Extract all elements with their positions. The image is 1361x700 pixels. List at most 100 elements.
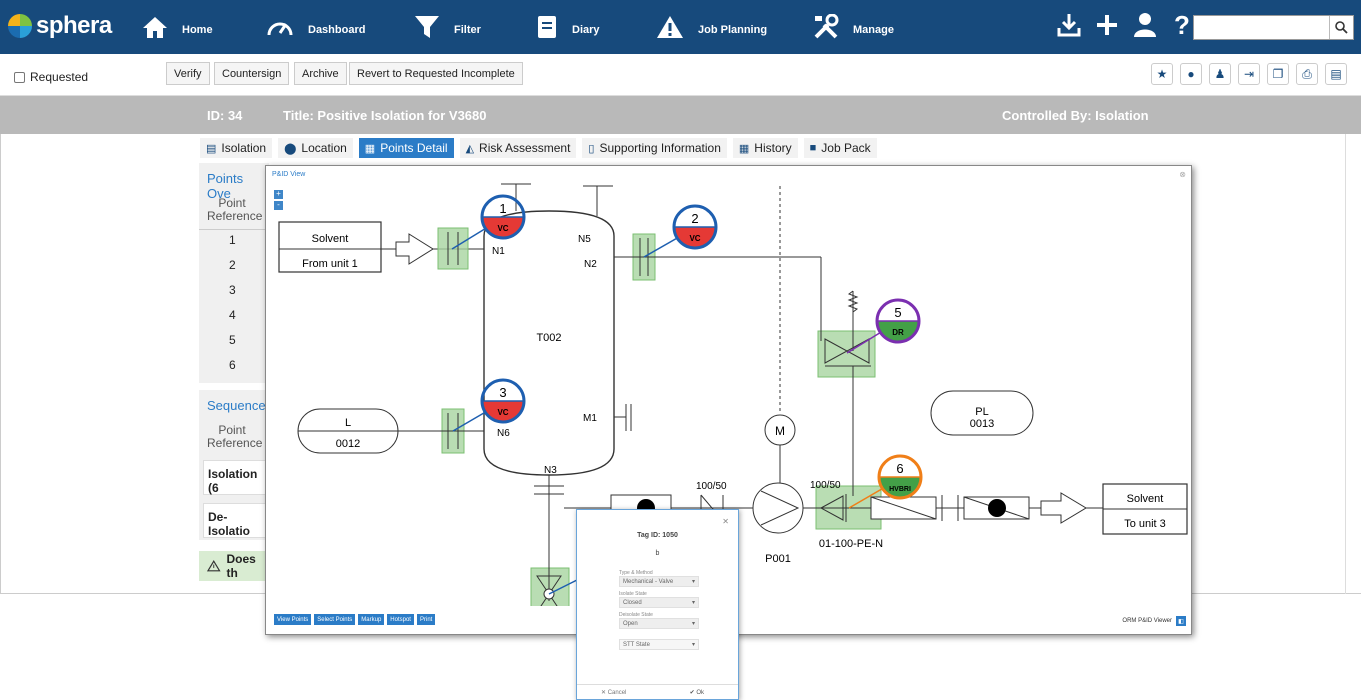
hotspot-button[interactable]: Hotspot bbox=[387, 614, 414, 625]
cancel-button[interactable]: ✕ Cancel bbox=[601, 689, 626, 696]
tab-history[interactable]: ▦ History bbox=[732, 138, 798, 158]
pid-toolbar: View Points Select Points Markup Hotspot… bbox=[274, 614, 436, 625]
warning-text: Does th bbox=[226, 552, 256, 580]
point-row[interactable]: 5 bbox=[229, 333, 236, 347]
tab-location-label: Location bbox=[301, 141, 347, 155]
point-row[interactable]: 2 bbox=[229, 258, 236, 272]
sequence-row-isolation[interactable]: Isolation (6 bbox=[203, 460, 269, 495]
tag-dialog: ✕ Tag ID: 1050 b Type & Method Mechanica… bbox=[576, 509, 739, 700]
chevron-down-icon: ▾ bbox=[691, 579, 695, 585]
deisolate-state-select[interactable]: Open ▾ bbox=[619, 618, 699, 629]
view-points-button[interactable]: View Points bbox=[274, 614, 312, 625]
dialog-close-icon[interactable]: ✕ bbox=[722, 517, 729, 526]
n3-label: N3 bbox=[544, 465, 557, 476]
pl-label: PL bbox=[975, 406, 988, 418]
pid-footer: ORM P&ID Viewer ◧ bbox=[1122, 616, 1186, 626]
nav-job-planning[interactable]: Job Planning bbox=[656, 0, 767, 54]
copy-icon[interactable]: ❐ bbox=[1267, 63, 1289, 85]
record-tabs: ▤ Isolation ⬤ Location ▦ Points Detail ◭ Ris… bbox=[200, 138, 877, 158]
help-icon[interactable]: ? bbox=[1171, 12, 1191, 38]
favorite-star-icon[interactable]: ★ bbox=[1151, 63, 1173, 85]
location-pin-icon: ⬤ bbox=[284, 142, 297, 155]
archive-button[interactable]: Archive bbox=[294, 62, 347, 85]
tab-location[interactable]: ⬤ Location bbox=[278, 138, 353, 158]
status-indicator: Requested bbox=[14, 70, 88, 84]
folder-icon: ■ bbox=[809, 142, 817, 154]
to-unit-label: To unit 3 bbox=[1124, 518, 1166, 530]
point-row[interactable]: 6 bbox=[229, 358, 236, 372]
points-overview-panel: Points Ove Point Reference 1 2 3 4 5 6 bbox=[199, 163, 269, 383]
chevron-down-icon: ▾ bbox=[691, 600, 695, 606]
sequence-row-deisolation[interactable]: De-Isolatio bbox=[203, 503, 269, 538]
point-row[interactable]: 4 bbox=[229, 308, 236, 322]
type-method-select[interactable]: Mechanical - Valve ▾ bbox=[619, 576, 699, 587]
tab-job-pack-label: Job Pack bbox=[821, 141, 871, 155]
pid-footer-label: ORM P&ID Viewer bbox=[1122, 618, 1172, 624]
record-header: ID: 34 Title: Positive Isolation for V36… bbox=[0, 96, 1361, 134]
export-icon[interactable]: ⇥ bbox=[1238, 63, 1260, 85]
hotspot-point-5 bbox=[817, 330, 876, 378]
point-marker-6: 6 HVBRI bbox=[877, 454, 923, 500]
n5-label: N5 bbox=[578, 234, 591, 245]
warning-triangle-icon bbox=[207, 560, 221, 572]
stt-state-select[interactable]: STT State ▾ bbox=[619, 639, 699, 650]
verify-button[interactable]: Verify bbox=[166, 62, 210, 85]
search-input[interactable] bbox=[1197, 17, 1327, 38]
tab-supporting-information[interactable]: ▯ Supporting Information bbox=[582, 138, 727, 158]
select-points-button[interactable]: Select Points bbox=[314, 614, 356, 625]
search-icon bbox=[1335, 21, 1348, 34]
sphera-logo[interactable]: sphera bbox=[8, 12, 112, 40]
calendar-icon: ▦ bbox=[738, 142, 750, 155]
nav-dashboard-label: Dashboard bbox=[308, 24, 366, 36]
markup-button[interactable]: Markup bbox=[358, 614, 385, 625]
print-icon[interactable]: ⎙ bbox=[1296, 63, 1318, 85]
pid-viewer-badge-icon[interactable]: ◧ bbox=[1176, 616, 1186, 626]
tab-points-detail[interactable]: ▦ Points Detail bbox=[358, 138, 454, 158]
countersign-button[interactable]: Countersign bbox=[214, 62, 290, 85]
add-icon[interactable] bbox=[1095, 12, 1119, 38]
nav-home[interactable]: Home bbox=[142, 0, 213, 54]
vertical-scrollbar[interactable] bbox=[1345, 134, 1359, 594]
point-row[interactable]: 3 bbox=[229, 283, 236, 297]
flow-arrow-in bbox=[395, 233, 434, 265]
id-card-icon[interactable]: ▤ bbox=[1325, 63, 1347, 85]
isolate-state-select[interactable]: Closed ▾ bbox=[619, 597, 699, 608]
cancel-label: Cancel bbox=[607, 690, 627, 696]
pump-p001 bbox=[752, 482, 804, 534]
assign-user-icon[interactable]: ♟ bbox=[1209, 63, 1231, 85]
print-button[interactable]: Print bbox=[416, 614, 436, 625]
nav-diary[interactable]: Diary bbox=[536, 0, 600, 54]
record-controlled-by: Controlled By: Isolation bbox=[1002, 108, 1149, 123]
tab-job-pack[interactable]: ■ Job Pack bbox=[803, 138, 877, 158]
point-row[interactable]: 1 bbox=[229, 233, 236, 247]
grid-icon: ▦ bbox=[364, 142, 376, 155]
warning-bar: Does th bbox=[199, 551, 269, 581]
nav-manage[interactable]: Manage bbox=[813, 0, 894, 54]
solvent-in-label: Solvent bbox=[312, 233, 349, 245]
nav-dashboard[interactable]: Dashboard bbox=[266, 0, 365, 54]
svg-text:2: 2 bbox=[691, 211, 698, 226]
download-icon[interactable] bbox=[1057, 12, 1081, 38]
motor-label: M bbox=[775, 424, 785, 438]
n1-label: N1 bbox=[492, 246, 505, 257]
comment-icon[interactable]: ● bbox=[1180, 63, 1202, 85]
record-id: ID: 34 bbox=[207, 108, 243, 123]
user-icon[interactable] bbox=[1133, 12, 1157, 38]
nav-filter[interactable]: Filter bbox=[414, 0, 481, 54]
isolate-state-value: Closed bbox=[623, 599, 642, 606]
line-label: 01-100-PE-N bbox=[819, 538, 883, 550]
pump-label: P001 bbox=[765, 553, 791, 565]
svg-text:1: 1 bbox=[499, 201, 506, 216]
sequence-row-label: De-Isolatio bbox=[208, 510, 251, 538]
search-button[interactable] bbox=[1329, 16, 1353, 39]
status-box-icon bbox=[14, 71, 25, 83]
document-icon: ▯ bbox=[588, 142, 595, 155]
tab-points-detail-label: Points Detail bbox=[380, 141, 448, 155]
tab-risk-assessment-label: Risk Assessment bbox=[479, 141, 571, 155]
tools-icon bbox=[814, 14, 839, 39]
revert-button[interactable]: Revert to Requested Incomplete bbox=[349, 62, 523, 85]
tab-risk-assessment[interactable]: ◭ Risk Assessment bbox=[459, 138, 577, 158]
ok-button[interactable]: ✔ Ok bbox=[690, 689, 704, 696]
sequence-panel: Sequence Point Reference Isolation (6 De… bbox=[199, 390, 269, 540]
tab-isolation[interactable]: ▤ Isolation bbox=[200, 138, 273, 158]
